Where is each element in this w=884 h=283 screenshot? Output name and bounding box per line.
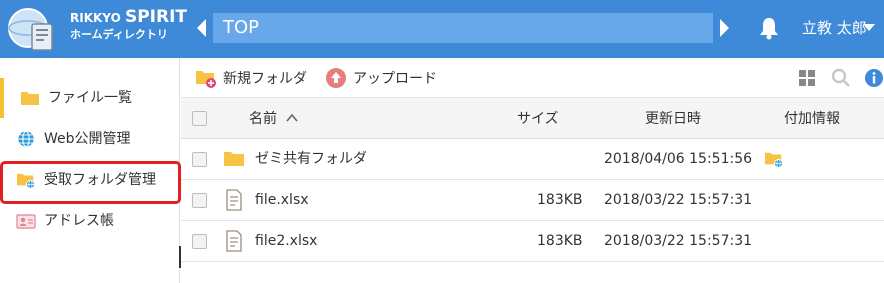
sidebar-item-label: Web公開管理 bbox=[44, 131, 131, 147]
column-header-name[interactable]: 名前 bbox=[249, 109, 277, 129]
breadcrumb[interactable]: TOP bbox=[213, 13, 713, 43]
user-menu[interactable]: 立教 太郎 bbox=[802, 18, 867, 38]
sidebar-item-address-book[interactable]: アドレス帳 bbox=[0, 201, 180, 241]
sidebar-item-web-publish[interactable]: Web公開管理 bbox=[0, 119, 180, 159]
folder-icon bbox=[224, 152, 244, 166]
file-modified: 2018/03/22 15:57:31 bbox=[604, 233, 753, 249]
highlight-box bbox=[0, 161, 181, 204]
file-modified: 2018/03/22 15:57:31 bbox=[604, 192, 753, 208]
search-icon[interactable] bbox=[831, 68, 851, 88]
shared-folder-icon bbox=[765, 152, 783, 168]
brand-main: SPIRIT bbox=[124, 7, 187, 27]
info-icon[interactable] bbox=[864, 68, 884, 88]
file-name[interactable]: file.xlsx bbox=[255, 190, 309, 210]
row-checkbox[interactable] bbox=[192, 193, 207, 208]
app-header: RIKKYO SPIRIT ホームディレクトリ TOP 立教 太郎 bbox=[0, 0, 884, 58]
new-folder-button[interactable]: 新規フォルダ bbox=[195, 66, 307, 90]
brand-prefix: RIKKYO bbox=[70, 11, 125, 25]
file-name[interactable]: file2.xlsx bbox=[255, 231, 317, 251]
row-checkbox[interactable] bbox=[192, 234, 207, 249]
upload-button[interactable]: アップロード bbox=[325, 66, 437, 90]
file-name[interactable]: ゼミ共有フォルダ bbox=[255, 149, 367, 169]
new-folder-icon bbox=[196, 71, 216, 88]
file-modified: 2018/04/06 15:51:56 bbox=[604, 151, 753, 167]
file-icon bbox=[226, 230, 242, 252]
column-header-modified[interactable]: 更新日時 bbox=[645, 109, 701, 129]
table-row[interactable]: file.xlsx 183KB 2018/03/22 15:57:31 bbox=[181, 180, 884, 221]
table-row[interactable]: file2.xlsx 183KB 2018/03/22 15:57:31 bbox=[181, 221, 884, 262]
app-brand: RIKKYO SPIRIT ホームディレクトリ bbox=[70, 7, 187, 43]
upload-label: アップロード bbox=[353, 71, 437, 87]
column-header-info: 付加情報 bbox=[784, 111, 840, 127]
logo-icon bbox=[8, 8, 53, 51]
globe-icon bbox=[18, 130, 34, 148]
brand-subtitle: ホームディレクトリ bbox=[70, 28, 168, 41]
table-row[interactable]: ゼミ共有フォルダ 2018/04/06 15:51:56 bbox=[181, 139, 884, 180]
folder-icon bbox=[21, 92, 39, 105]
chevron-down-icon[interactable] bbox=[863, 24, 875, 32]
nav-back-icon[interactable] bbox=[194, 16, 208, 40]
toolbar: 新規フォルダ アップロード bbox=[181, 58, 884, 98]
file-icon bbox=[226, 189, 242, 211]
sort-ascending-icon[interactable] bbox=[286, 113, 298, 123]
nav-forward-icon[interactable] bbox=[718, 16, 732, 40]
upload-icon bbox=[326, 68, 346, 88]
file-size: 183KB bbox=[537, 192, 583, 208]
sidebar-item-file-list[interactable]: ファイル一覧 bbox=[0, 78, 180, 118]
row-checkbox[interactable] bbox=[192, 152, 207, 167]
sidebar-item-label: ファイル一覧 bbox=[48, 90, 132, 106]
new-folder-label: 新規フォルダ bbox=[223, 71, 307, 87]
table-header: 名前 サイズ 更新日時 付加情報 bbox=[181, 98, 884, 139]
select-all-checkbox[interactable] bbox=[192, 111, 207, 126]
grid-view-icon[interactable] bbox=[797, 68, 817, 88]
address-book-icon bbox=[16, 214, 36, 229]
file-size: 183KB bbox=[537, 233, 583, 249]
bell-icon[interactable] bbox=[758, 16, 780, 40]
column-header-size[interactable]: サイズ bbox=[517, 109, 559, 129]
sidebar-item-label: アドレス帳 bbox=[44, 213, 114, 229]
